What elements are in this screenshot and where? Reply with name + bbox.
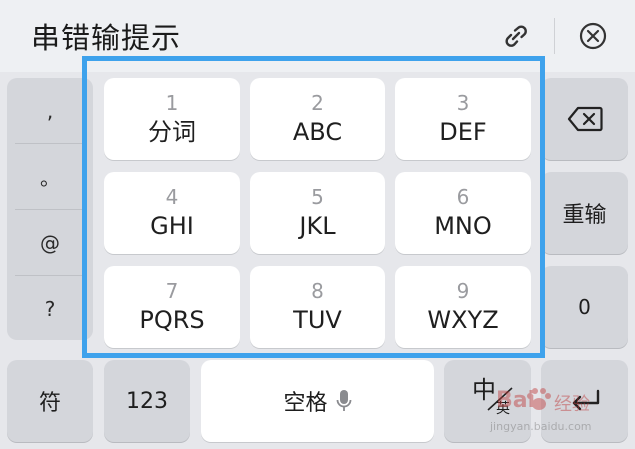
toolbar-divider [554, 18, 555, 54]
key-number: 4 [165, 185, 179, 209]
enter-button[interactable] [541, 360, 628, 442]
key-letters: ABC [292, 118, 343, 146]
key-number: 9 [456, 279, 470, 303]
key-5[interactable]: 5 JKL [250, 172, 385, 254]
microphone-icon [336, 390, 351, 411]
key-letters: TUV [293, 306, 342, 334]
link-icon[interactable] [500, 20, 532, 52]
candidate-bar: 串错输提示 [0, 0, 635, 72]
backspace-button[interactable] [541, 78, 628, 160]
backspace-icon [567, 106, 603, 132]
numbers-key[interactable]: 123 [104, 360, 190, 442]
key-7[interactable]: 7 PQRS [104, 266, 240, 348]
key-number: 8 [311, 279, 324, 303]
key-6[interactable]: 6 MNO [395, 172, 531, 254]
symbol-column: , 。 @ ? [7, 78, 93, 340]
zero-key[interactable]: 0 [541, 266, 628, 348]
symbols-label: 符 [38, 391, 61, 416]
key-number: 1 [165, 91, 179, 115]
key-letters: 分词 [148, 118, 196, 146]
symbols-key[interactable]: 符 [7, 360, 93, 442]
key-1[interactable]: 1 分词 [104, 78, 240, 160]
reenter-button[interactable]: 重输 [541, 172, 628, 254]
lang-english-label: 英 [496, 401, 510, 417]
symbol-key[interactable]: @ [7, 210, 93, 275]
zero-label: 0 [578, 295, 591, 319]
symbol-key[interactable]: ? [7, 276, 93, 341]
key-number: 5 [311, 185, 324, 209]
space-label: 空格 [283, 391, 328, 416]
close-icon[interactable] [577, 20, 609, 52]
composing-text: 串错输提示 [31, 21, 182, 55]
key-8[interactable]: 8 TUV [250, 266, 385, 348]
key-9[interactable]: 9 WXYZ [395, 266, 531, 348]
key-number: 7 [165, 279, 179, 303]
space-content: 空格 [283, 385, 351, 417]
key-letters: PQRS [139, 306, 205, 334]
enter-icon [572, 389, 599, 411]
key-letters: GHI [150, 212, 194, 240]
key-4[interactable]: 4 GHI [104, 172, 240, 254]
space-key[interactable]: 空格 [201, 360, 434, 442]
key-letters: DEF [439, 118, 487, 146]
key-number: 2 [311, 91, 324, 115]
reenter-label: 重输 [562, 203, 607, 228]
numbers-label: 123 [126, 388, 168, 414]
key-letters: MNO [434, 212, 492, 240]
symbol-key[interactable]: 。 [7, 144, 93, 209]
key-number: 3 [456, 91, 470, 115]
key-3[interactable]: 3 DEF [395, 78, 531, 160]
symbol-key[interactable]: , [7, 78, 93, 143]
language-switch-key[interactable]: 中 英 [444, 360, 531, 442]
key-letters: JKL [299, 212, 336, 240]
key-number: 6 [456, 185, 470, 209]
key-letters: WXYZ [427, 306, 499, 334]
key-2[interactable]: 2 ABC [250, 78, 385, 160]
